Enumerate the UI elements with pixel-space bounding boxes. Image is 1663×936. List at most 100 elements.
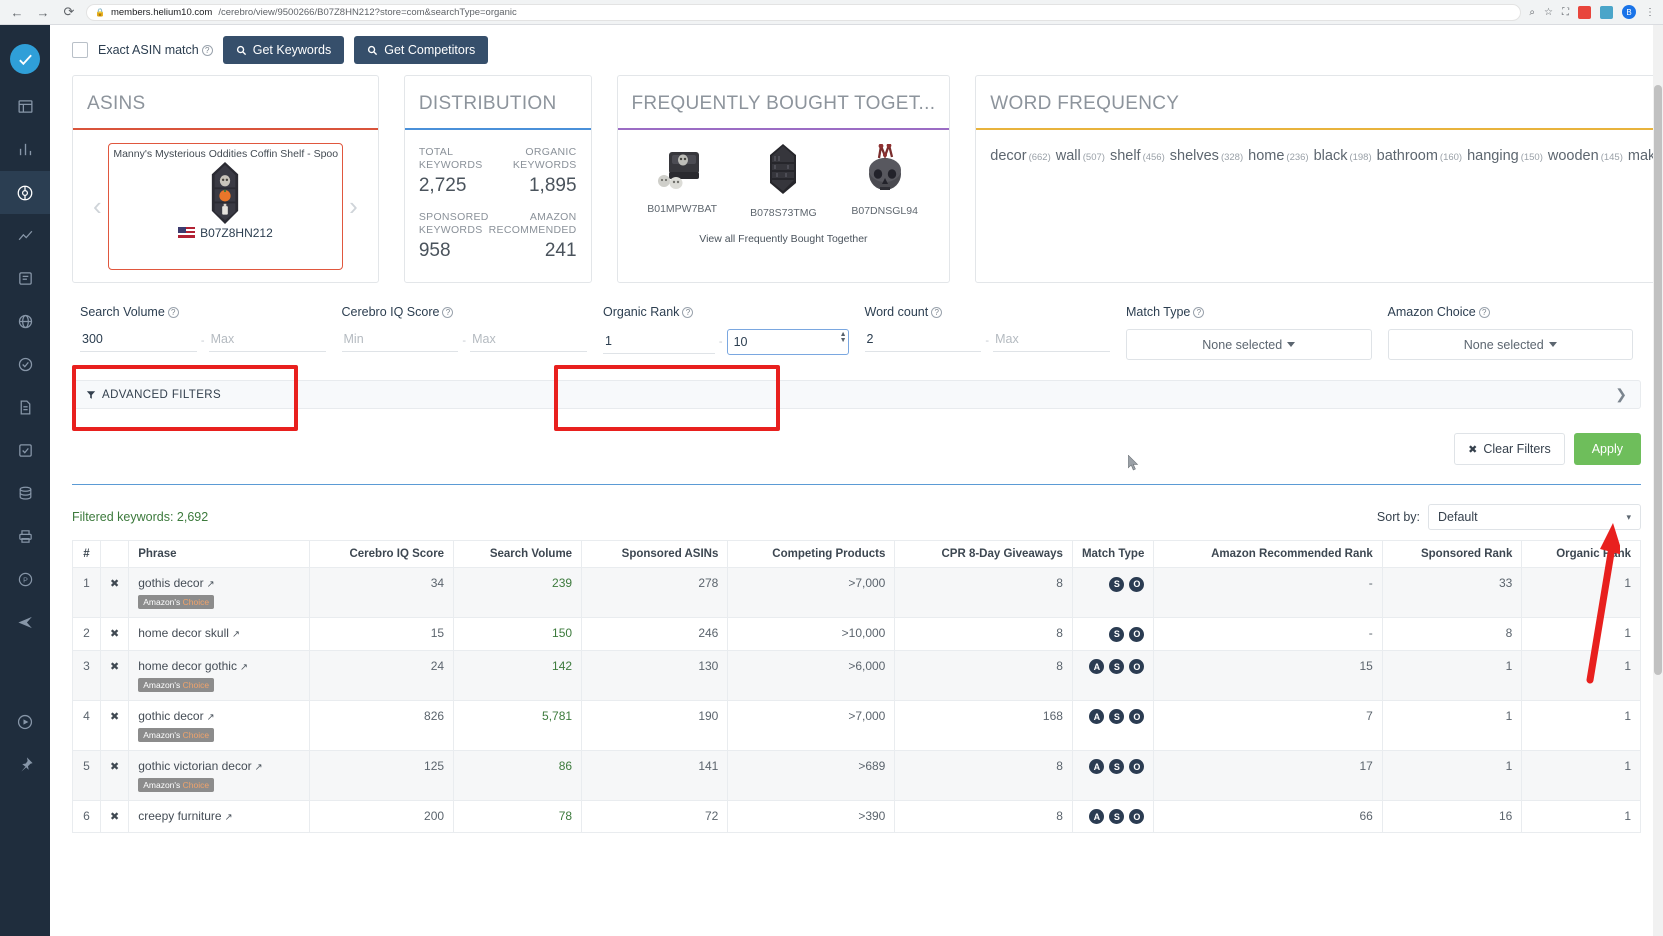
organic-rank-min-input[interactable] [603,330,715,354]
match-type-dropdown[interactable]: None selected [1126,329,1372,360]
sidebar-item-training[interactable] [0,700,50,743]
exact-asin-match-checkbox[interactable] [72,42,88,58]
sidebar-item-blackbox[interactable] [0,85,50,128]
table-column-header[interactable]: Competing Products [727,540,896,568]
table-column-header[interactable]: Sponsored ASINs [581,540,729,568]
remove-row-button[interactable]: ✖ [99,617,130,651]
close-icon[interactable]: ✖ [110,761,119,773]
organic-rank-stepper[interactable]: ▲ ▼ [840,331,847,344]
close-icon[interactable]: ✖ [110,811,119,823]
zoom-icon[interactable]: ⌕ [1529,7,1535,18]
word-count-max-input[interactable] [993,329,1111,352]
help-icon-match-type[interactable]: ? [1193,307,1205,318]
remove-row-button[interactable]: ✖ [99,649,130,701]
search-volume-max-input[interactable] [208,329,326,352]
get-keywords-button[interactable]: Get Keywords [222,36,345,64]
table-column-header[interactable]: # [72,540,101,568]
word-frequency-word[interactable]: shelves [1170,148,1219,164]
bookmark-star-icon[interactable]: ☆ [1544,7,1553,18]
profile-avatar[interactable]: B [1622,5,1636,19]
external-link-icon[interactable]: ↗ [207,712,215,723]
advanced-filters-bar[interactable]: ADVANCED FILTERS ❯ [72,380,1641,409]
remove-row-button[interactable]: ✖ [99,567,130,618]
asin-item[interactable]: Manny's Mysterious Oddities Coffin Shelf… [107,142,344,270]
amazon-choice-dropdown[interactable]: None selected [1387,329,1633,360]
word-frequency-word[interactable]: shelf [1110,148,1141,164]
remove-row-button[interactable]: ✖ [99,799,130,833]
cerebro-iq-max-input[interactable] [470,329,588,352]
sidebar-item-alerts[interactable] [0,429,50,472]
table-column-header[interactable]: Cerebro IQ Score [309,540,455,568]
view-all-fbt-link[interactable]: View all Frequently Bought Together [632,233,936,245]
close-icon[interactable]: ✖ [110,578,119,590]
remove-row-button[interactable]: ✖ [99,749,130,801]
table-column-header[interactable]: Search Volume [453,540,583,568]
table-column-header[interactable]: Sponsored Rank [1381,540,1523,568]
help-icon-organic-rank[interactable]: ? [682,307,694,318]
word-frequency-word[interactable]: home [1248,148,1284,164]
table-column-header[interactable]: Phrase [128,540,311,568]
remove-row-button[interactable]: ✖ [99,699,130,751]
external-link-icon[interactable]: ↗ [240,662,248,673]
sidebar-item-profits[interactable]: P [0,558,50,601]
clear-filters-button[interactable]: ✖ Clear Filters [1454,433,1565,465]
help-icon-search-volume[interactable]: ? [167,307,179,318]
page-scrollbar[interactable] [1653,25,1663,936]
word-frequency-word[interactable]: hanging [1467,148,1519,164]
word-count-min-input[interactable] [864,329,982,352]
table-column-header[interactable]: Match Type [1071,540,1155,568]
close-icon[interactable]: ✖ [110,711,119,723]
table-column-header[interactable]: CPR 8-Day Giveaways [894,540,1073,568]
word-frequency-word[interactable]: wooden [1548,148,1599,164]
extension-icon-1[interactable] [1578,5,1591,19]
extension-icon-2[interactable] [1600,5,1613,19]
sidebar-item-follow-up[interactable] [0,601,50,644]
help-icon-exact-asin[interactable]: ? [201,45,213,56]
sidebar-item-logo[interactable] [0,33,50,85]
sidebar-item-frankenstein[interactable] [0,257,50,300]
sidebar-item-xray[interactable] [0,128,50,171]
forward-icon[interactable]: → [34,3,52,21]
help-icon-amazon-choice[interactable]: ? [1478,307,1490,318]
sidebar-item-magnet[interactable] [0,214,50,257]
word-frequency-word[interactable]: black [1314,148,1348,164]
search-volume-min-input[interactable] [80,329,197,352]
help-icon-cerebro-iq[interactable]: ? [442,307,454,318]
asin-next-arrow[interactable]: › [343,191,364,222]
asin-prev-arrow[interactable]: ‹ [87,191,108,222]
close-icon[interactable]: ✖ [110,661,119,673]
sidebar-item-pin[interactable] [0,743,50,786]
cerebro-iq-min-input[interactable] [341,329,459,352]
external-link-icon[interactable]: ↗ [255,762,263,773]
organic-rank-max-input[interactable] [726,329,849,355]
scrollbar-thumb[interactable] [1654,85,1662,675]
sidebar-item-keyword-tracker[interactable] [0,386,50,429]
help-icon-word-count[interactable]: ? [931,307,943,318]
sidebar-item-scribbles[interactable] [0,300,50,343]
fbt-item[interactable]: B07DNSGL94 [835,141,935,219]
sidebar-item-cerebro[interactable] [0,171,50,214]
apply-button[interactable]: Apply [1573,433,1641,465]
stepper-down-icon[interactable]: ▼ [840,337,847,344]
reload-icon[interactable]: ⟳ [60,3,78,21]
close-icon[interactable]: ✖ [110,628,119,640]
external-link-icon[interactable]: ↗ [207,579,215,590]
get-competitors-button[interactable]: Get Competitors [354,36,489,64]
external-link-icon[interactable]: ↗ [232,629,240,640]
advanced-filters-expand-icon[interactable]: ❯ [1615,386,1627,403]
external-link-icon[interactable]: ↗ [225,812,233,823]
word-frequency-word[interactable]: bathroom [1377,148,1438,164]
address-bar[interactable]: 🔒 members.helium10.com/cerebro/view/9500… [86,3,1522,21]
sidebar-item-index-checker[interactable] [0,343,50,386]
word-frequency-word[interactable]: decor [990,148,1026,164]
browser-menu-icon[interactable]: ⋮ [1645,7,1655,18]
fbt-item[interactable]: B01MPW7BAT [632,144,732,219]
table-column-header[interactable]: Amazon Recommended Rank [1153,540,1383,568]
table-column-header[interactable] [99,540,130,568]
back-icon[interactable]: ← [8,3,26,21]
extensions-icon[interactable]: ⛶ [1562,7,1569,18]
sidebar-item-inventory[interactable] [0,472,50,515]
sidebar-item-refund-genie[interactable] [0,515,50,558]
word-frequency-word[interactable]: wall [1056,148,1081,164]
fbt-item[interactable]: B078S73TMG [733,144,833,219]
